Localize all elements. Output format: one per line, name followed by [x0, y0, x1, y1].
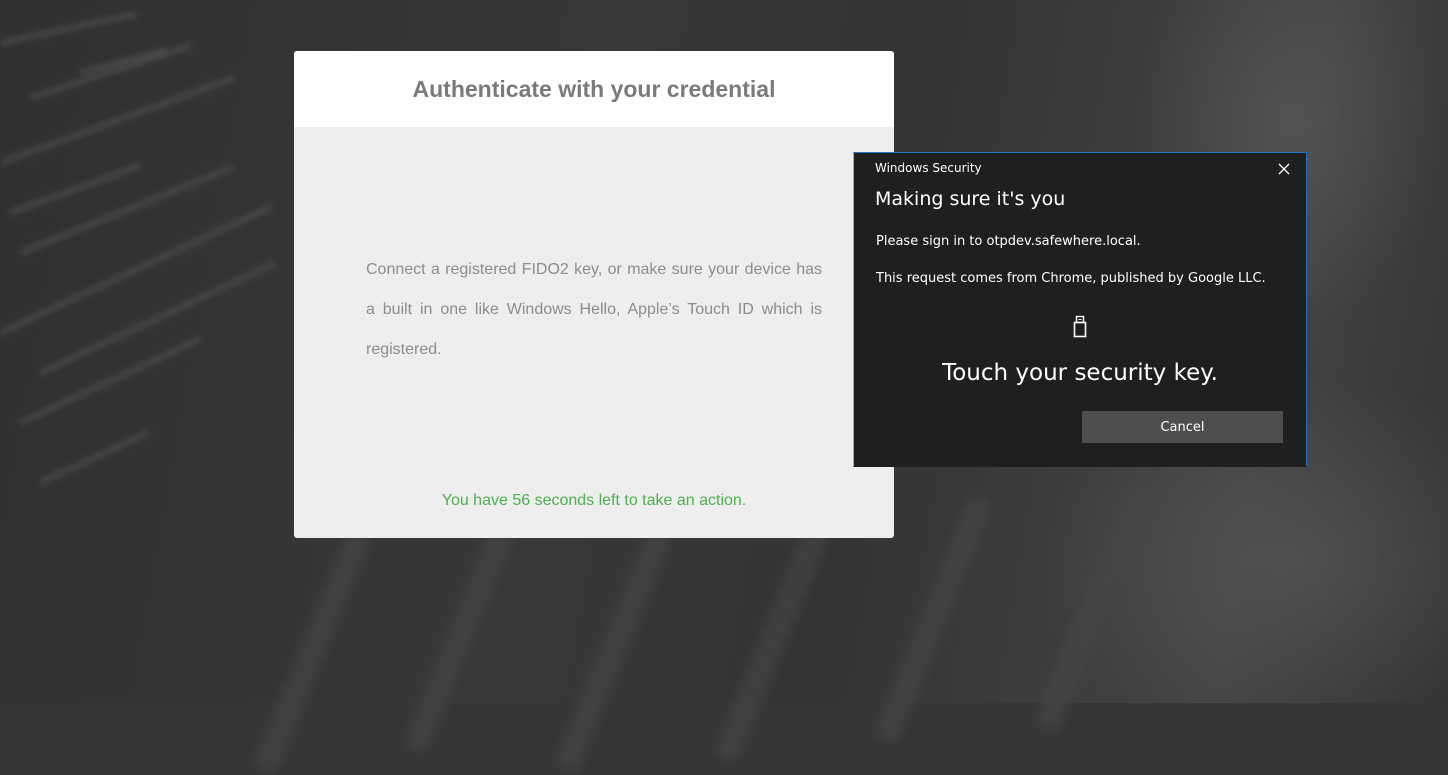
cancel-button[interactable]: Cancel	[1082, 411, 1283, 443]
dialog-title: Making sure it's you	[875, 188, 1066, 210]
usb-security-key-icon	[1073, 315, 1087, 338]
close-button[interactable]	[1272, 157, 1296, 181]
page-title: Authenticate with your credential	[412, 75, 776, 102]
sign-in-text: Please sign in to otpdev.safewhere.local…	[876, 234, 1141, 249]
authentication-card: Authenticate with your credential Connec…	[294, 51, 894, 538]
request-origin-text: This request comes from Chrome, publishe…	[876, 271, 1266, 286]
countdown-text: You have 56 seconds left to take an acti…	[441, 492, 747, 509]
touch-key-prompt: Touch your security key.	[942, 360, 1218, 386]
dialog-app-name: Windows Security	[875, 161, 982, 175]
windows-security-dialog: Windows Security Making sure it's you Pl…	[853, 152, 1307, 467]
card-header: Authenticate with your credential	[294, 51, 894, 127]
close-icon	[1278, 163, 1290, 175]
instructions-text: Connect a registered FIDO2 key, or make …	[366, 261, 822, 358]
